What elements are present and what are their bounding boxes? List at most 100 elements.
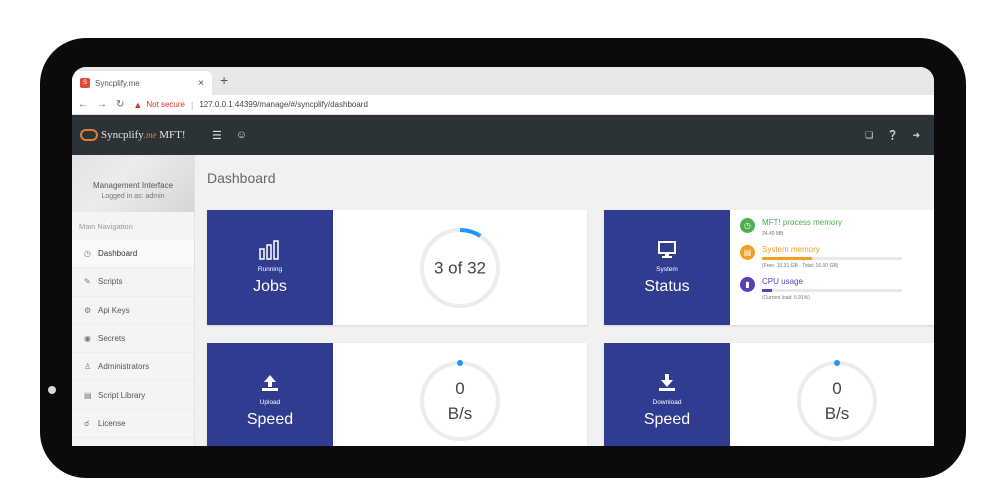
- upload-card-body: 0 B/s: [333, 343, 587, 446]
- status-item-title: CPU usage: [762, 277, 803, 286]
- logo[interactable]: Syncplify.me MFT!: [80, 129, 198, 141]
- sidebar-item-scripts[interactable]: ✎ Scripts: [72, 268, 194, 297]
- warning-icon[interactable]: ▲: [133, 100, 142, 110]
- upload-card-small: Upload: [259, 398, 281, 406]
- status-item-system-memory: ▤ System memory (Free: 10.31 GB - Total:…: [740, 245, 934, 269]
- download-card-header: Download Speed: [604, 343, 730, 446]
- sidebar-item-label: Secrets: [98, 334, 126, 344]
- jobs-value: 3 of 32: [434, 258, 486, 277]
- status-item-title: MFT! process memory: [762, 218, 843, 227]
- sidebar: Management Interface Logged in as: admin…: [72, 155, 195, 446]
- panel-title: Management Interface: [92, 181, 174, 190]
- license-icon: ☌: [84, 418, 90, 428]
- address-bar: ← → ↻ ▲ Not secure | 127.0.0.1:44399/man…: [72, 95, 934, 115]
- status-item-value: (Current load: 6.91%): [762, 295, 810, 301]
- status-card-title: Status: [644, 277, 690, 295]
- download-card[interactable]: Download Speed 0 B/s: [604, 343, 934, 446]
- tablet-home-button: [48, 386, 56, 394]
- jobs-card-small: Running: [257, 265, 283, 273]
- status-item-process-memory: ◷ MFT! process memory 24.40 MB: [740, 218, 934, 237]
- sidebar-item-script-library[interactable]: ▤ Script Library: [72, 381, 194, 410]
- status-item-bar: [762, 289, 902, 292]
- logout-icon[interactable]: ➜: [912, 130, 920, 141]
- download-value: 0 B/s: [824, 378, 850, 423]
- jobs-card-body: 3 of 32: [333, 210, 587, 325]
- main-content: Dashboard Running Jobs 3 of 32 System St…: [196, 155, 934, 446]
- sidebar-item-label: Api Keys: [98, 305, 130, 315]
- sidebar-item-label: Dashboard: [98, 249, 138, 259]
- logo-text: Syncplify.me MFT!: [101, 129, 186, 141]
- download-card-title: Speed: [643, 410, 691, 428]
- status-card[interactable]: System Status ◷ MFT! process memory 24.4…: [604, 210, 934, 325]
- sidebar-item-dashboard[interactable]: ◷ Dashboard: [72, 240, 194, 269]
- jobs-card-title: Jobs: [253, 277, 287, 295]
- cpu-icon: ▮: [740, 277, 755, 292]
- upload-value: 0 B/s: [447, 378, 473, 423]
- status-item-value: (Free: 10.31 GB - Total: 16.00 GB): [762, 263, 839, 269]
- status-card-small: System: [656, 265, 678, 273]
- status-item-value: 24.40 MB: [762, 231, 784, 237]
- forward-icon[interactable]: →: [97, 99, 107, 110]
- sidebar-item-label: Scripts: [98, 277, 123, 287]
- bar-chart-icon: [259, 239, 281, 264]
- header-actions: ❏ ❔ ➜: [865, 115, 934, 155]
- admin-icon: ♙: [84, 362, 92, 372]
- download-card-body: 0 B/s: [730, 343, 934, 446]
- upload-card-header: Upload Speed: [207, 343, 333, 446]
- screen: S Syncplify.me × + ← → ↻ ▲ Not secure | …: [72, 67, 934, 446]
- monitor-icon: [657, 240, 677, 264]
- status-card-header: System Status: [604, 210, 730, 325]
- dashboard-icon: ◷: [84, 249, 91, 259]
- sidebar-item-label: Administrators: [98, 362, 150, 372]
- download-card-small: Download: [652, 398, 682, 406]
- pencil-icon: ✎: [84, 277, 91, 287]
- sidebar-item-administrators[interactable]: ♙ Administrators: [72, 353, 194, 382]
- upload-ring-marker: [457, 359, 463, 366]
- reload-icon[interactable]: ↻: [116, 99, 124, 110]
- sidebar-item-license[interactable]: ☌ License: [72, 410, 194, 439]
- browser-tab[interactable]: S Syncplify.me ×: [72, 71, 212, 95]
- status-item-bar: [762, 257, 902, 260]
- close-icon[interactable]: ×: [198, 78, 204, 89]
- url-separator: |: [191, 99, 194, 110]
- key-icon: ⚙: [84, 305, 92, 315]
- help-icon[interactable]: ❔: [887, 130, 898, 141]
- jobs-card[interactable]: Running Jobs 3 of 32: [207, 210, 587, 325]
- upload-icon: [260, 373, 280, 397]
- new-tab-button[interactable]: +: [220, 72, 228, 88]
- tab-title: Syncplify.me: [95, 78, 140, 88]
- logo-icon: [80, 129, 98, 141]
- app-header: Syncplify.me MFT! ☰ ☺ ❏ ❔ ➜: [72, 115, 934, 155]
- jobs-card-header: Running Jobs: [207, 210, 333, 325]
- sidebar-item-secrets[interactable]: ◉ Secrets: [72, 325, 194, 354]
- upload-card[interactable]: Upload Speed 0 B/s: [207, 343, 587, 446]
- sidebar-item-api-keys[interactable]: ⚙ Api Keys: [72, 297, 194, 325]
- status-item-bar-fill: [762, 289, 772, 292]
- sidebar-item-label: Script Library: [98, 390, 146, 400]
- browser-tabbar: S Syncplify.me × +: [72, 67, 934, 95]
- memory-icon: ▤: [740, 245, 755, 260]
- sidebar-item-label: License: [98, 418, 126, 428]
- user-panel: Management Interface Logged in as: admin: [72, 155, 194, 212]
- favicon-icon: S: [80, 78, 90, 88]
- menu-toggle-icon[interactable]: ☰: [212, 129, 222, 142]
- clock-icon: ◷: [740, 218, 755, 233]
- status-card-body: ◷ MFT! process memory 24.40 MB ▤ System …: [730, 210, 934, 325]
- copy-icon[interactable]: ❏: [865, 130, 873, 141]
- status-item-bar-fill: [762, 257, 813, 260]
- download-icon: [657, 373, 677, 397]
- page-title: Dashboard: [207, 170, 276, 186]
- eye-icon: ◉: [84, 334, 91, 344]
- url-input[interactable]: 127.0.0.1:44399/manage/#/syncplify/dashb…: [199, 100, 368, 109]
- status-list: ◷ MFT! process memory 24.40 MB ▤ System …: [730, 210, 934, 301]
- back-icon[interactable]: ←: [78, 99, 88, 110]
- nav-header: Main Navigation: [79, 222, 133, 231]
- status-item-title: System memory: [762, 245, 820, 254]
- download-ring-marker: [834, 359, 840, 366]
- panel-subtitle: Logged in as: admin: [101, 193, 165, 200]
- user-icon[interactable]: ☺: [236, 129, 247, 141]
- library-icon: ▤: [84, 390, 92, 400]
- security-label[interactable]: Not secure: [146, 100, 185, 109]
- upload-card-title: Speed: [246, 410, 294, 428]
- status-item-cpu-usage: ▮ CPU usage (Current load: 6.91%): [740, 277, 934, 301]
